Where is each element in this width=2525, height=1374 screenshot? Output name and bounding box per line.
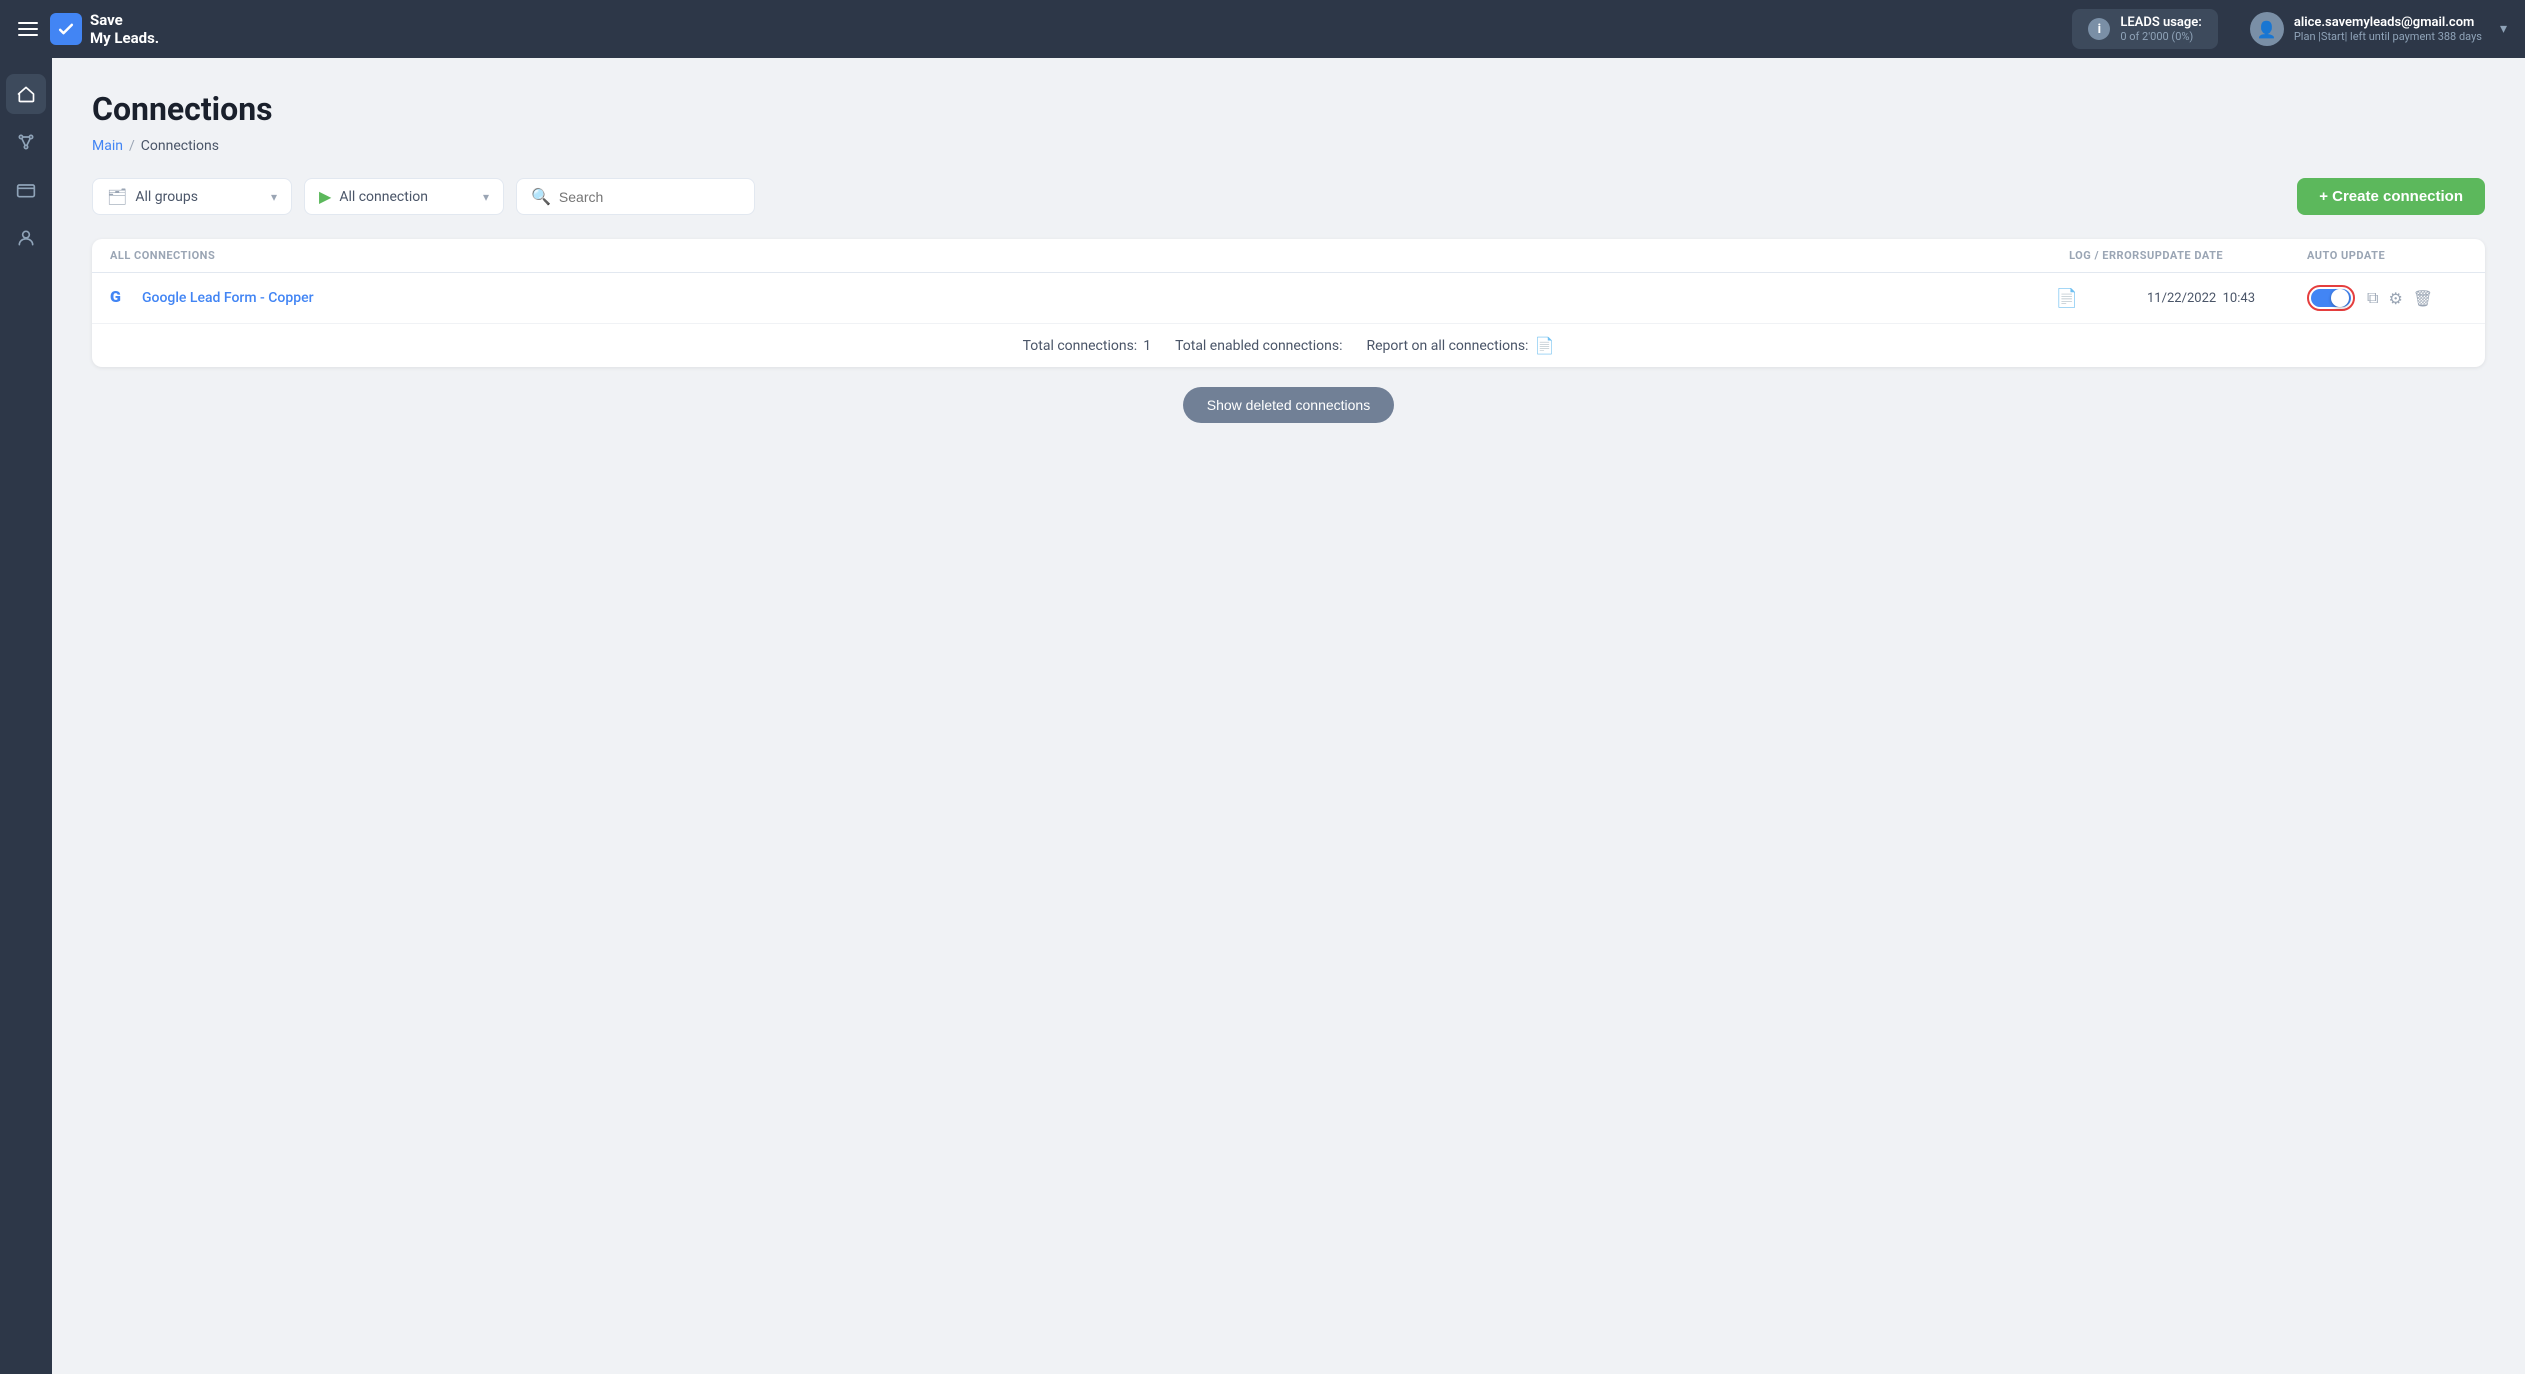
leads-info: LEADS usage: 0 of 2'000 (0%) — [2120, 15, 2202, 43]
groups-dropdown[interactable]: 🗂 All groups ▾ — [92, 178, 292, 215]
toolbar: 🗂 All groups ▾ ▶ All connection ▾ 🔍 + Cr… — [92, 178, 2485, 215]
breadcrumb-current: Connections — [141, 138, 219, 154]
leads-sub: 0 of 2'000 (0%) — [2120, 30, 2202, 43]
settings-icon[interactable]: ⚙ — [2388, 289, 2402, 308]
report-icon[interactable]: 📄 — [1534, 336, 1554, 355]
toggle-inner — [2311, 289, 2351, 307]
sidebar-item-billing[interactable] — [6, 170, 46, 210]
connection-name-cell: G Google Lead Form - Copper — [110, 287, 1987, 309]
sidebar-item-account[interactable] — [6, 218, 46, 258]
connection-filter-dropdown[interactable]: ▶ All connection ▾ — [304, 178, 504, 215]
log-cell: 📄 — [1987, 288, 2147, 309]
connection-filter-label: All connection — [339, 189, 475, 205]
total-connections-stat: Total connections: 1 — [1023, 338, 1151, 354]
table-row: G Google Lead Form - Copper 📄 11/22/2022… — [92, 273, 2485, 324]
hamburger-menu[interactable] — [18, 22, 38, 36]
connections-icon — [16, 132, 36, 152]
delete-icon[interactable]: 🗑 — [2413, 289, 2433, 308]
duplicate-icon[interactable]: ⧉ — [2367, 288, 2378, 308]
auto-update-toggle[interactable] — [2307, 285, 2355, 311]
checkmark-icon — [56, 19, 76, 39]
billing-icon — [16, 180, 36, 200]
total-enabled-label: Total enabled connections: — [1175, 338, 1342, 354]
report-label: Report on all connections: — [1366, 338, 1528, 354]
header-update-date: UPDATE DATE — [2147, 249, 2307, 262]
groups-label: All groups — [135, 189, 263, 205]
google-g-icon: G — [110, 287, 132, 309]
groups-chevron-icon: ▾ — [271, 190, 277, 204]
connections-table: ALL CONNECTIONS LOG / ERRORS UPDATE DATE… — [92, 239, 2485, 367]
date-cell: 11/22/2022 10:43 — [2147, 291, 2307, 306]
user-chevron-icon: ▾ — [2500, 21, 2507, 37]
header-auto-update: AUTO UPDATE — [2307, 249, 2467, 262]
header-connections: ALL CONNECTIONS — [110, 249, 1987, 262]
total-connections-label: Total connections: — [1023, 338, 1138, 354]
breadcrumb-separator: / — [129, 138, 135, 154]
log-document-icon[interactable]: 📄 — [2056, 288, 2078, 309]
connections-stats: Total connections: 1 Total enabled conne… — [92, 324, 2485, 367]
breadcrumb-main-link[interactable]: Main — [92, 138, 123, 154]
main-content: Connections Main / Connections 🗂 All gro… — [52, 58, 2525, 1374]
home-icon — [16, 84, 36, 104]
leads-info-icon: i — [2088, 18, 2110, 40]
folder-icon: 🗂 — [107, 187, 127, 206]
search-wrapper: 🔍 — [516, 178, 755, 215]
search-icon: 🔍 — [531, 187, 551, 206]
connection-link[interactable]: Google Lead Form - Copper — [142, 290, 314, 306]
create-connection-button[interactable]: + Create connection — [2297, 178, 2485, 215]
logo: Save My Leads. — [50, 11, 159, 47]
total-connections-value: 1 — [1143, 338, 1151, 354]
user-email: alice.savemyleads@gmail.com — [2294, 15, 2482, 30]
leads-usage-widget: i LEADS usage: 0 of 2'000 (0%) — [2072, 9, 2218, 49]
sidebar-item-connections[interactable] — [6, 122, 46, 162]
user-plan: Plan |Start| left until payment 388 days — [2294, 30, 2482, 43]
user-menu[interactable]: 👤 alice.savemyleads@gmail.com Plan |Star… — [2250, 12, 2507, 46]
top-navbar: Save My Leads. i LEADS usage: 0 of 2'000… — [0, 0, 2525, 58]
avatar: 👤 — [2250, 12, 2284, 46]
update-date: 11/22/2022 10:43 — [2147, 291, 2255, 306]
toggle-cell: ⧉ ⚙ 🗑 — [2307, 285, 2467, 311]
sidebar-item-home[interactable] — [6, 74, 46, 114]
logo-text: Save My Leads. — [90, 11, 159, 47]
action-icons: ⧉ ⚙ 🗑 — [2367, 288, 2433, 308]
sidebar — [0, 58, 52, 1374]
total-enabled-stat: Total enabled connections: — [1175, 338, 1342, 354]
show-deleted-wrapper: Show deleted connections — [92, 387, 2485, 423]
header-log: LOG / ERRORS — [1987, 249, 2147, 262]
toggle-knob — [2331, 289, 2349, 307]
main-layout: Connections Main / Connections 🗂 All gro… — [0, 58, 2525, 1374]
page-title: Connections — [92, 90, 2485, 128]
show-deleted-button[interactable]: Show deleted connections — [1183, 387, 1394, 423]
logo-icon — [50, 13, 82, 45]
report-stat: Report on all connections: 📄 — [1366, 336, 1554, 355]
play-icon: ▶ — [319, 187, 331, 206]
connection-filter-chevron-icon: ▾ — [483, 190, 489, 204]
search-input[interactable] — [559, 189, 740, 205]
table-header: ALL CONNECTIONS LOG / ERRORS UPDATE DATE… — [92, 239, 2485, 273]
user-info: alice.savemyleads@gmail.com Plan |Start|… — [2294, 15, 2482, 43]
breadcrumb: Main / Connections — [92, 138, 2485, 154]
leads-title: LEADS usage: — [2120, 15, 2202, 30]
account-icon — [16, 228, 36, 248]
